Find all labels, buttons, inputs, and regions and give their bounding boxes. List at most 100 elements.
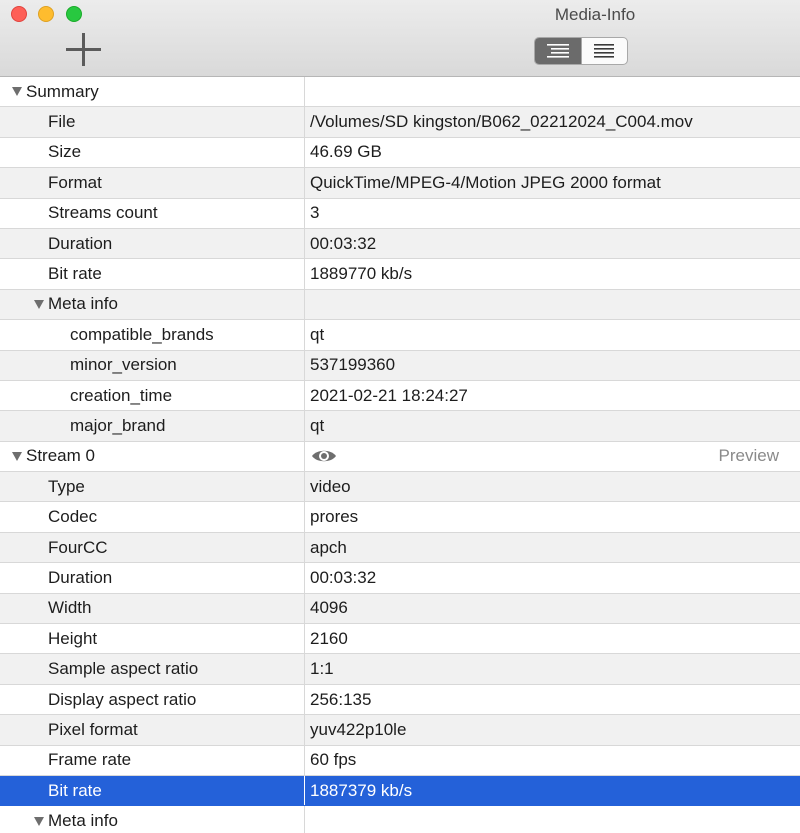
row-value: 4096: [310, 598, 348, 618]
row-value: 2160: [310, 628, 348, 648]
row-value: yuv422p10le: [310, 719, 407, 739]
row-value: qt: [310, 324, 325, 344]
table-row[interactable]: Duration 00:03:32: [0, 563, 800, 594]
add-file-button[interactable]: [64, 31, 102, 69]
table-row[interactable]: Sample aspect ratio 1:1: [0, 654, 800, 685]
media-info-window: Media-Info Summary File /Volumes/SD king…: [0, 0, 800, 833]
eye-icon[interactable]: [310, 447, 338, 465]
group-row[interactable]: Meta info: [0, 806, 800, 833]
row-label: Sample aspect ratio: [48, 659, 199, 679]
row-label: Format: [48, 172, 102, 192]
row-value: 00:03:32: [310, 567, 377, 587]
row-label-cell: Bit rate: [0, 259, 305, 289]
table-row[interactable]: Frame rate 60 fps: [0, 745, 800, 776]
row-value: 60 fps: [310, 750, 357, 770]
row-label-cell: Stream 0: [0, 441, 305, 472]
table-row[interactable]: FourCC apch: [0, 532, 800, 564]
row-label: Summary: [26, 81, 99, 101]
row-label: Duration: [48, 233, 113, 253]
row-label: minor_version: [70, 355, 177, 375]
table-row[interactable]: Width 4096: [0, 593, 800, 625]
row-label-cell: minor_version: [0, 350, 305, 380]
group-row[interactable]: Summary: [0, 77, 800, 108]
table-row[interactable]: Height 2160: [0, 624, 800, 655]
zoom-window-button[interactable]: [66, 6, 82, 22]
disclosure-triangle-icon[interactable]: [12, 87, 22, 97]
row-label: compatible_brands: [70, 324, 214, 344]
row-value-cell: 46.69 GB: [305, 138, 800, 167]
minimize-window-button[interactable]: [38, 6, 54, 22]
row-label: FourCC: [48, 537, 108, 557]
outline-view-button[interactable]: [535, 38, 581, 64]
row-label-cell: Pixel format: [0, 715, 305, 745]
table-row[interactable]: Display aspect ratio 256:135: [0, 684, 800, 716]
table-row[interactable]: major_brand qt: [0, 411, 800, 442]
table-row[interactable]: Codec prores: [0, 502, 800, 533]
indented-list-icon: [546, 44, 569, 58]
row-label: Duration: [48, 567, 113, 587]
row-label-cell: Type: [0, 472, 305, 502]
row-label-cell: File: [0, 107, 305, 137]
row-label-cell: Bit rate: [0, 775, 305, 806]
row-value-cell: 1889770 kb/s: [305, 259, 800, 288]
row-label: Height: [48, 628, 98, 648]
row-label-cell: compatible_brands: [0, 320, 305, 350]
table-row[interactable]: compatible_brands qt: [0, 320, 800, 351]
row-value-cell: 537199360: [305, 351, 800, 380]
row-value-cell: yuv422p10le: [305, 715, 800, 744]
table-row[interactable]: File/Volumes/SD kingston/B062_02212024_C…: [0, 107, 800, 138]
close-window-button[interactable]: [11, 6, 27, 22]
row-value: QuickTime/MPEG-4/Motion JPEG 2000 format: [310, 172, 661, 192]
row-label: Bit rate: [48, 264, 102, 284]
row-label-cell: Codec: [0, 502, 305, 532]
row-value: prores: [310, 507, 359, 527]
disclosure-triangle-icon[interactable]: [34, 816, 44, 826]
row-value-cell: 00:03:32: [305, 563, 800, 592]
table-row[interactable]: Streams count 3: [0, 198, 800, 229]
preview-button[interactable]: Preview: [719, 442, 779, 471]
disclosure-triangle-icon[interactable]: [12, 451, 22, 461]
row-label-cell: FourCC: [0, 532, 305, 563]
row-value-cell: 2021-02-21 18:24:27: [305, 381, 800, 410]
table-row[interactable]: minor_version 537199360: [0, 350, 800, 381]
row-value-cell: 60 fps: [305, 746, 800, 775]
row-label-cell: Sample aspect ratio: [0, 654, 305, 684]
row-label-cell: Width: [0, 593, 305, 624]
row-label-cell: Frame rate: [0, 745, 305, 775]
table-row[interactable]: Format QuickTime/MPEG-4/Motion JPEG 2000 …: [0, 168, 800, 199]
row-label-cell: Display aspect ratio: [0, 684, 305, 715]
table-row[interactable]: Type video: [0, 472, 800, 503]
toolbar: Media-Info: [0, 0, 800, 77]
row-value: 46.69 GB: [310, 142, 382, 162]
disclosure-triangle-icon[interactable]: [34, 299, 44, 309]
row-label: File: [48, 112, 76, 132]
row-label: major_brand: [70, 415, 166, 435]
table-row[interactable]: creation_time 2021-02-21 18:24:27: [0, 380, 800, 412]
row-value: 3: [310, 203, 320, 223]
table-row[interactable]: Bit rate 1887379 kb/s: [0, 775, 800, 807]
row-label: Display aspect ratio: [48, 689, 197, 709]
table-row[interactable]: Bit rate 1889770 kb/s: [0, 259, 800, 290]
stream-row[interactable]: Stream 0 Preview: [0, 441, 800, 473]
row-label-cell: Size: [0, 137, 305, 168]
row-value-cell: QuickTime/MPEG-4/Motion JPEG 2000 format: [305, 168, 800, 197]
row-value-cell: Preview: [305, 442, 800, 471]
flat-view-button[interactable]: [580, 38, 628, 64]
row-value: 00:03:32: [310, 233, 377, 253]
view-mode-control: [534, 37, 628, 65]
row-value-cell: video: [305, 472, 800, 501]
row-value-cell: 1:1: [305, 654, 800, 683]
row-value-cell: [305, 290, 800, 319]
row-value-cell: qt: [305, 411, 800, 440]
row-label-cell: major_brand: [0, 411, 305, 441]
table-row[interactable]: Size 46.69 GB: [0, 137, 800, 169]
row-value: qt: [310, 415, 325, 435]
row-value: 1:1: [310, 659, 334, 679]
table-row[interactable]: Duration 00:03:32: [0, 228, 800, 260]
row-value-cell: 256:135: [305, 685, 800, 714]
table-row[interactable]: Pixel format yuv422p10le: [0, 715, 800, 746]
group-row[interactable]: Meta info: [0, 289, 800, 321]
row-value: video: [310, 476, 351, 496]
row-label: Pixel format: [48, 719, 138, 739]
row-label-cell: Meta info: [0, 289, 305, 320]
